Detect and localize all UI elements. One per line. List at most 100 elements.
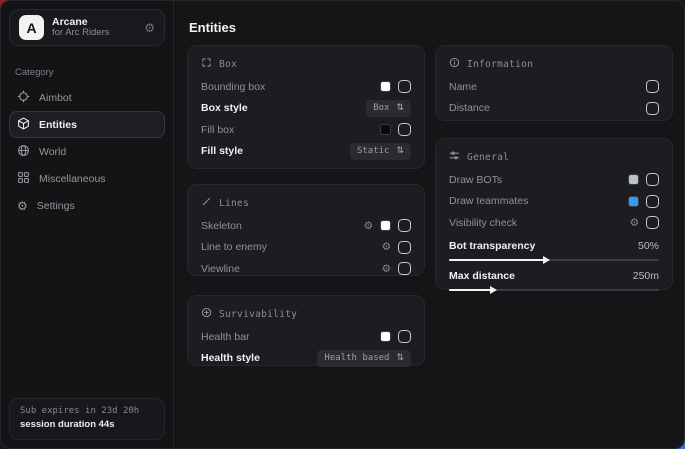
- sub-expires-text: Sub expires in 23d 20h: [20, 405, 154, 418]
- brand-card: A Arcane for Arc Riders ⚙: [9, 9, 165, 46]
- health-cross-icon: [201, 307, 212, 321]
- color-swatch[interactable]: [380, 81, 391, 92]
- color-swatch[interactable]: [380, 331, 391, 342]
- slider-fill: [449, 289, 491, 291]
- fill-style-dropdown[interactable]: Static ⇅: [350, 143, 411, 160]
- sidebar-item-aimbot[interactable]: Aimbot: [9, 84, 165, 111]
- setting-label: Distance: [449, 102, 646, 114]
- sidebar-item-label: Aimbot: [39, 92, 72, 104]
- checkbox[interactable]: [398, 219, 411, 232]
- color-swatch[interactable]: [380, 220, 391, 231]
- setting-label: Fill style: [201, 145, 350, 157]
- setting-row: Fill style Static ⇅: [201, 141, 411, 163]
- setting-row: Distance: [449, 98, 659, 120]
- checkbox[interactable]: [398, 123, 411, 136]
- survivability-card: Survivability Health bar Health style He…: [187, 295, 425, 366]
- setting-label: Draw BOTs: [449, 174, 628, 186]
- crosshair-icon: [17, 90, 30, 106]
- general-card: General Draw BOTs Draw teammates Visibil…: [435, 138, 673, 290]
- bot-transparency-slider[interactable]: [449, 255, 659, 264]
- row-settings-icon[interactable]: ⚙: [364, 221, 373, 232]
- row-settings-icon[interactable]: ⚙: [630, 218, 639, 229]
- color-swatch[interactable]: [628, 196, 639, 207]
- setting-row: Fill box: [201, 119, 411, 141]
- card-title: Information: [467, 59, 533, 70]
- sidebar-item-settings[interactable]: ⚙ Settings: [9, 192, 165, 219]
- checkbox[interactable]: [646, 80, 659, 93]
- app-window: A Arcane for Arc Riders ⚙ Category Aimbo…: [0, 0, 685, 449]
- page-title: Entities: [189, 20, 236, 35]
- setting-row: Line to enemy ⚙: [201, 237, 411, 259]
- setting-label: Skeleton: [201, 220, 364, 232]
- checkbox[interactable]: [646, 173, 659, 186]
- checkbox[interactable]: [398, 330, 411, 343]
- color-swatch[interactable]: [628, 174, 639, 185]
- slider-label: Max distance: [449, 270, 633, 282]
- diagonal-line-icon: [201, 196, 212, 210]
- checkbox[interactable]: [646, 195, 659, 208]
- setting-label: Fill box: [201, 124, 380, 136]
- setting-label: Name: [449, 81, 646, 93]
- setting-row: Bounding box: [201, 76, 411, 98]
- box-card: Box Bounding box Box style Box ⇅ Fill bo…: [187, 45, 425, 169]
- sidebar: A Arcane for Arc Riders ⚙ Category Aimbo…: [1, 1, 174, 448]
- setting-row: Skeleton ⚙: [201, 215, 411, 237]
- slider-fill: [449, 259, 544, 261]
- checkbox[interactable]: [398, 241, 411, 254]
- card-title: Lines: [219, 198, 249, 209]
- health-style-dropdown[interactable]: Health based ⇅: [317, 350, 411, 367]
- slider-thumb[interactable]: [490, 286, 497, 294]
- information-card: Information Name Distance: [435, 45, 673, 121]
- setting-row: Viewline ⚙: [201, 258, 411, 280]
- setting-label: Visibility check: [449, 217, 630, 229]
- setting-label: Box style: [201, 102, 366, 114]
- card-title: Survivability: [219, 309, 297, 320]
- globe-icon: [17, 144, 30, 160]
- entities-cube-icon: [17, 117, 30, 133]
- sidebar-item-miscellaneous[interactable]: Miscellaneous: [9, 165, 165, 192]
- sidebar-item-label: Settings: [37, 200, 75, 212]
- dropdown-value: Box: [373, 103, 389, 113]
- slider-row: Bot transparency 50%: [449, 238, 659, 255]
- app-logo: A: [19, 15, 44, 40]
- row-settings-icon[interactable]: ⚙: [382, 264, 391, 275]
- session-duration-text: session duration 44s: [20, 418, 154, 432]
- box-corners-icon: [201, 57, 212, 71]
- sliders-icon: [449, 150, 460, 164]
- slider-value: 50%: [638, 240, 659, 252]
- checkbox[interactable]: [646, 216, 659, 229]
- grid-icon: [17, 171, 30, 187]
- box-style-dropdown[interactable]: Box ⇅: [366, 100, 411, 117]
- info-icon: [449, 57, 460, 71]
- sidebar-item-label: Entities: [39, 119, 77, 131]
- setting-label: Health style: [201, 352, 317, 364]
- setting-label: Viewline: [201, 263, 382, 275]
- checkbox[interactable]: [398, 262, 411, 275]
- unfold-icon: ⇅: [396, 103, 404, 113]
- slider-thumb[interactable]: [543, 256, 550, 264]
- main-panel: Entities Box Bounding box Box style Box: [174, 1, 684, 448]
- category-label: Category: [15, 67, 159, 78]
- color-swatch[interactable]: [380, 124, 391, 135]
- sync-icon[interactable]: ⚙: [144, 21, 155, 35]
- sidebar-item-label: Miscellaneous: [39, 173, 106, 185]
- setting-row: Name: [449, 76, 659, 98]
- row-settings-icon[interactable]: ⚙: [382, 242, 391, 253]
- sidebar-item-entities[interactable]: Entities: [9, 111, 165, 138]
- setting-row: Health bar: [201, 326, 411, 348]
- app-subtitle: for Arc Riders: [52, 28, 136, 39]
- checkbox[interactable]: [398, 80, 411, 93]
- setting-row: Health style Health based ⇅: [201, 348, 411, 370]
- setting-row: Visibility check ⚙: [449, 212, 659, 234]
- subscription-card: Sub expires in 23d 20h session duration …: [9, 398, 165, 440]
- max-distance-slider[interactable]: [449, 285, 659, 294]
- setting-row: Draw teammates: [449, 191, 659, 213]
- setting-row: Draw BOTs: [449, 169, 659, 191]
- slider-value: 250m: [633, 270, 659, 282]
- checkbox[interactable]: [646, 102, 659, 115]
- setting-row: Box style Box ⇅: [201, 98, 411, 120]
- sidebar-item-world[interactable]: World: [9, 138, 165, 165]
- dropdown-value: Static: [357, 146, 390, 156]
- setting-label: Draw teammates: [449, 195, 628, 207]
- lines-card: Lines Skeleton ⚙ Line to enemy ⚙ Viewlin…: [187, 184, 425, 276]
